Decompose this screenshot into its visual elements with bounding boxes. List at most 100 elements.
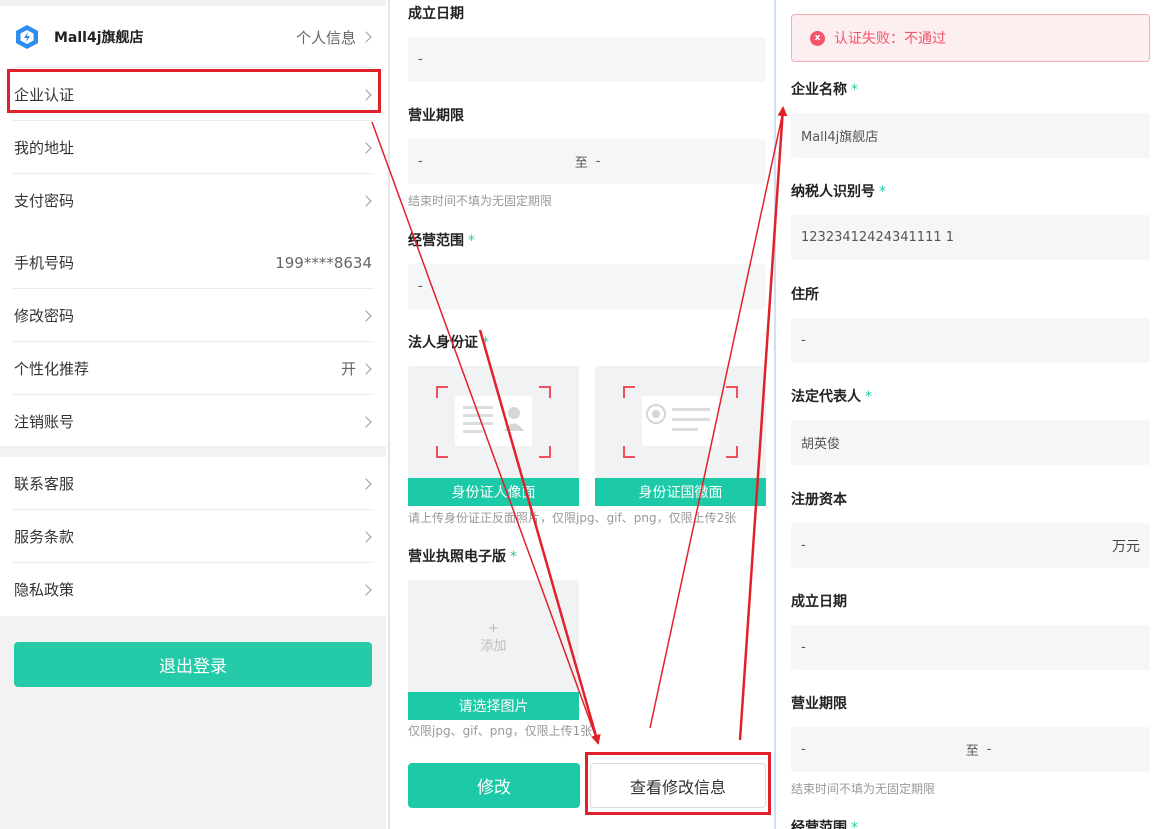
business-term-field[interactable]: - 至 - — [408, 139, 766, 184]
legal-rep-field[interactable]: 胡英俊 — [791, 420, 1150, 465]
menu-item-my-address[interactable]: 我的地址 — [0, 121, 386, 174]
chevron-right-icon — [360, 309, 372, 322]
menu-item-label: 联系客服 — [14, 475, 75, 493]
address-field[interactable]: - — [791, 318, 1150, 363]
label-text: 经营范围 — [791, 820, 847, 829]
term-hint: 结束时间不填为无固定期限 — [791, 782, 936, 796]
company-name-label: 企业名称 * — [791, 79, 858, 99]
menu-item-label: 个性化推荐 — [14, 360, 90, 378]
idcard-portrait-icon — [436, 386, 551, 458]
license-upload[interactable]: + 添加 请选择图片 — [408, 580, 579, 720]
menu-item-label: 支付密码 — [14, 192, 75, 210]
store-row[interactable]: Mall4j旗舰店 个人信息 — [0, 6, 386, 68]
menu-item-pay-password[interactable]: 支付密码 — [0, 174, 386, 227]
established-date-field[interactable]: - — [791, 625, 1150, 670]
legal-idcard-label: 法人身份证 * — [408, 332, 489, 352]
store-name: Mall4j旗舰店 — [54, 30, 144, 46]
term-separator: 至 — [965, 744, 979, 759]
business-term-field[interactable]: - 至 - — [791, 727, 1150, 772]
business-scope-label: 经营范围 * — [408, 230, 475, 250]
company-name-field[interactable]: Mall4j旗舰店 — [791, 113, 1150, 158]
term-separator: 至 — [574, 156, 588, 171]
term-end[interactable]: - — [596, 154, 601, 169]
settings-card-security: 手机号码 199****8634 修改密码 个性化推荐 开 注销账号 — [0, 236, 386, 446]
established-date-label: 成立日期 — [408, 6, 464, 22]
capital-label: 注册资本 — [791, 492, 847, 508]
tax-id-field[interactable]: 12323412424341111 1 — [791, 215, 1150, 260]
personalized-value: 开 — [340, 360, 356, 378]
label-text: 法人身份证 — [408, 335, 478, 351]
menu-item-cancel-account[interactable]: 注销账号 — [0, 395, 386, 448]
required-mark: * — [879, 184, 886, 200]
menu-item-label: 我的地址 — [14, 139, 75, 157]
idcard-back-caption[interactable]: 身份证国徽面 — [595, 478, 766, 506]
menu-item-contact-service[interactable]: 联系客服 — [0, 457, 386, 510]
store-logo-icon — [16, 25, 38, 49]
label-text: 法定代表人 — [791, 389, 861, 405]
alert-text: 认证失败：不通过 — [834, 31, 946, 47]
label-text: 经营范围 — [408, 233, 464, 249]
idcard-front-caption[interactable]: 身份证人像面 — [408, 478, 579, 506]
settings-panel: Mall4j旗舰店 个人信息 企业认证 我的地址 支付密码 手机号码 199**… — [0, 0, 386, 829]
business-term-label: 营业期限 — [408, 108, 464, 124]
tax-id-label: 纳税人识别号 * — [791, 181, 886, 201]
license-hint: 仅限jpg、gif、png，仅限上传1张 — [408, 724, 593, 738]
capital-field[interactable]: - 万元 — [791, 523, 1150, 568]
highlight-box-view-button — [585, 752, 771, 815]
menu-item-label: 手机号码 — [14, 254, 75, 272]
idcard-hint: 请上传身份证正反面照片，仅限jpg、gif、png，仅限上传2张 — [408, 511, 737, 525]
error-icon: x — [810, 30, 825, 46]
personal-info-link[interactable]: 个人信息 — [296, 27, 356, 48]
required-mark: * — [468, 233, 475, 249]
logout-button[interactable]: 退出登录 — [14, 642, 372, 687]
legal-rep-label: 法定代表人 * — [791, 386, 872, 406]
choose-image-caption[interactable]: 请选择图片 — [408, 692, 579, 720]
chevron-right-icon — [360, 477, 372, 490]
menu-item-privacy[interactable]: 隐私政策 — [0, 563, 386, 616]
chevron-right-icon — [360, 415, 372, 428]
menu-item-label: 注销账号 — [14, 413, 75, 431]
menu-item-personalized[interactable]: 个性化推荐 开 — [0, 342, 386, 395]
required-mark: * — [865, 389, 872, 405]
highlight-box-enterprise-auth — [7, 69, 381, 113]
auth-detail-panel: x 认证失败：不通过 企业名称 * Mall4j旗舰店 纳税人识别号 * 12323… — [774, 0, 1157, 829]
menu-item-label: 隐私政策 — [14, 581, 75, 599]
idcard-back-upload[interactable]: 身份证国徽面 — [595, 366, 766, 506]
capital-value[interactable]: - — [801, 538, 806, 553]
idcard-emblem-icon — [623, 386, 738, 458]
term-start[interactable]: - — [418, 154, 423, 169]
established-date-field[interactable]: - — [408, 37, 766, 82]
required-mark: * — [851, 820, 858, 829]
term-end[interactable]: - — [987, 742, 992, 757]
capital-unit: 万元 — [1112, 538, 1140, 555]
chevron-right-icon — [360, 31, 372, 43]
required-mark: * — [482, 335, 489, 351]
auth-edit-form: 成立日期 - 营业期限 - 至 - 结束时间不填为无固定期限 经营范围 * - 法… — [388, 0, 774, 829]
modify-button[interactable]: 修改 — [408, 763, 580, 808]
label-text: 营业执照电子版 — [408, 549, 506, 565]
menu-item-terms[interactable]: 服务条款 — [0, 510, 386, 563]
label-text: 企业名称 — [791, 82, 847, 98]
business-scope-label: 经营范围 * — [791, 817, 858, 829]
term-hint: 结束时间不填为无固定期限 — [408, 194, 553, 208]
add-text: 添加 — [480, 639, 507, 654]
phone-value: 199****8634 — [275, 253, 372, 272]
add-placeholder: + 添加 — [408, 620, 579, 656]
required-mark: * — [851, 82, 858, 98]
auth-fail-alert: x 认证失败：不通过 — [791, 14, 1150, 62]
plus-icon: + — [488, 621, 499, 636]
menu-item-change-password[interactable]: 修改密码 — [0, 289, 386, 342]
idcard-front-upload[interactable]: 身份证人像面 — [408, 366, 579, 506]
menu-item-phone[interactable]: 手机号码 199****8634 — [0, 236, 386, 289]
chevron-right-icon — [360, 194, 372, 207]
business-scope-field[interactable]: - — [408, 264, 766, 309]
chevron-right-icon — [360, 530, 372, 543]
term-start[interactable]: - — [801, 742, 806, 757]
address-label: 住所 — [791, 287, 819, 303]
established-date-label: 成立日期 — [791, 594, 847, 610]
chevron-right-icon — [360, 583, 372, 596]
settings-card-about: 联系客服 服务条款 隐私政策 — [0, 457, 386, 616]
required-mark: * — [510, 549, 517, 565]
chevron-right-icon — [360, 362, 372, 375]
menu-item-label: 服务条款 — [14, 528, 75, 546]
